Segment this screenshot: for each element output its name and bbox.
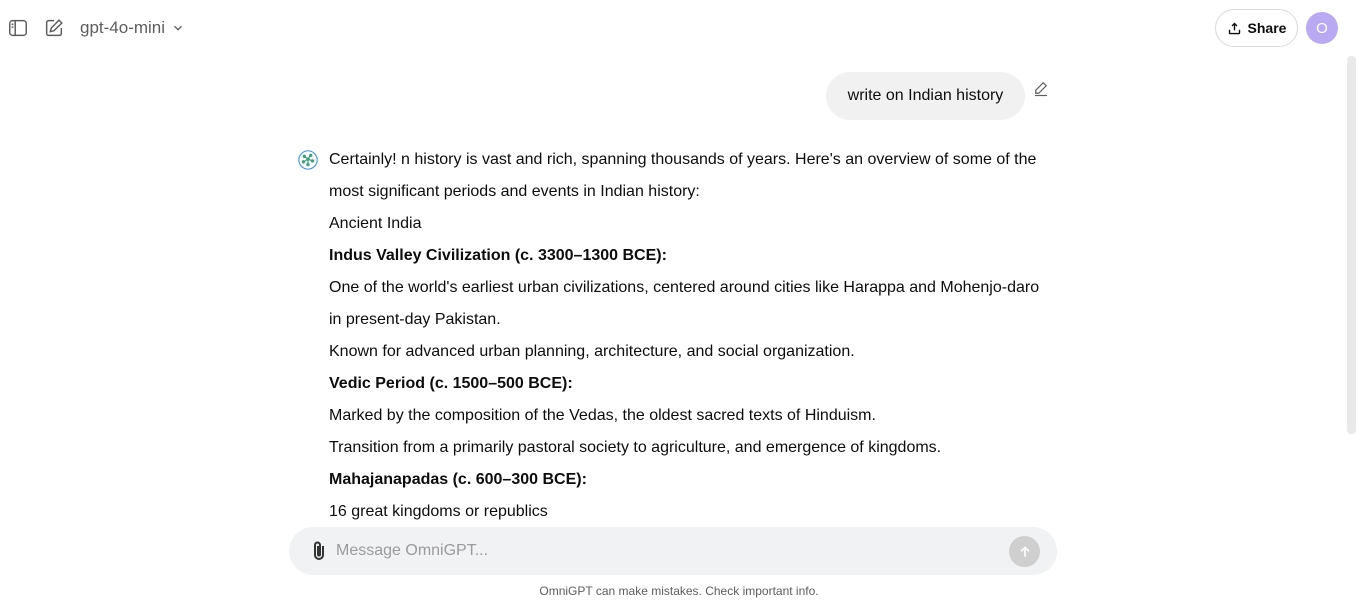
sidebar-toggle-icon[interactable] <box>5 15 31 41</box>
share-button[interactable]: Share <box>1215 9 1298 47</box>
share-icon <box>1228 22 1240 34</box>
assistant-paragraph: Ancient India <box>329 215 422 232</box>
assistant-paragraph: Transition from a primarily pastoral soc… <box>329 439 942 456</box>
model-selector[interactable]: gpt-4o-mini <box>80 16 185 40</box>
assistant-paragraph: One of the world's earliest urban civili… <box>329 279 1040 328</box>
assistant-paragraph: Known for advanced urban planning, archi… <box>329 343 855 360</box>
assistant-heading: Indus Valley Civilization (c. 3300–1300 … <box>329 247 667 264</box>
assistant-logo-icon <box>297 149 319 171</box>
assistant-heading: Vedic Period (c. 1500–500 BCE): <box>329 375 573 392</box>
assistant-paragraph: Marked by the composition of the Vedas, … <box>329 407 876 424</box>
assistant-paragraph: Certainly! n history is vast and rich, s… <box>329 151 1037 200</box>
disclaimer-text: OmniGPT can make mistakes. Check importa… <box>539 584 819 598</box>
new-chat-icon[interactable] <box>41 15 67 41</box>
chevron-down-icon <box>174 25 183 31</box>
user-message-text: write on Indian history <box>847 87 1004 104</box>
assistant-heading: Mahajanapadas (c. 600–300 BCE): <box>329 471 587 488</box>
model-name: gpt-4o-mini <box>80 18 166 37</box>
message-composer <box>289 527 1057 575</box>
avatar[interactable]: O <box>1306 12 1338 44</box>
scrollbar[interactable] <box>1347 56 1356 434</box>
message-input[interactable] <box>336 535 996 567</box>
arrow-up-icon <box>1019 545 1030 557</box>
assistant-paragraph: 16 great kingdoms or republics <box>329 503 548 520</box>
user-message-bubble: write on Indian history <box>826 72 1025 120</box>
top-bar: gpt-4o-mini Share O <box>0 0 1358 56</box>
send-button[interactable] <box>1009 536 1040 567</box>
share-label: Share <box>1247 20 1287 36</box>
assistant-message: Certainly! n history is vast and rich, s… <box>329 144 1054 528</box>
edit-icon[interactable] <box>1032 79 1050 97</box>
paperclip-icon[interactable] <box>307 539 331 563</box>
